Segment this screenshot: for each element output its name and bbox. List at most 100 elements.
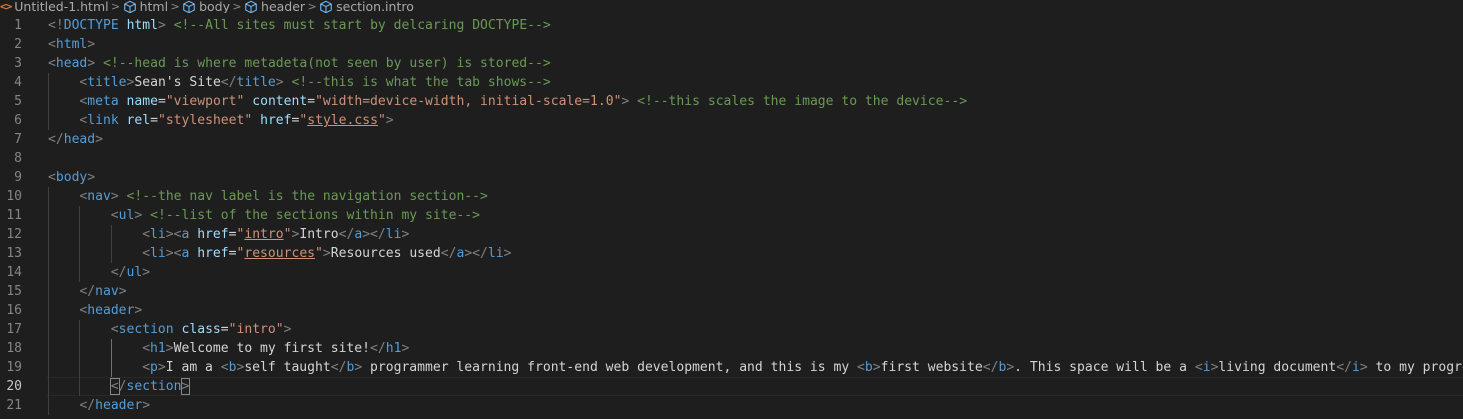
code-token: ></: [464, 246, 488, 261]
line-number: 5: [14, 94, 22, 109]
indent-guide: [79, 206, 81, 225]
breadcrumb-item-untitled-1-html[interactable]: <> Untitled-1.html: [0, 0, 109, 13]
breadcrumb-item-body[interactable]: body: [182, 0, 230, 13]
code-token: name: [126, 94, 158, 109]
code-token: link: [87, 113, 119, 128]
code-link-token: style.css: [307, 113, 378, 128]
code-token: <!--this is what the tab shows-->: [291, 75, 551, 90]
line-content: </head>: [48, 130, 103, 149]
indent-guide: [79, 244, 81, 263]
code-line[interactable]: 14 </ul>: [0, 263, 1463, 282]
code-token: =: [150, 113, 158, 128]
code-line[interactable]: 13 <li><a href="resources">Resources used…: [0, 244, 1463, 263]
code-line[interactable]: 3 <head> <!--head is where metadeta(not s…: [0, 54, 1463, 73]
code-token: <: [110, 322, 119, 337]
code-line[interactable]: 5 <meta name="viewport" content="width=de…: [0, 92, 1463, 111]
code-line[interactable]: 18 <h1>Welcome to my first site!</h1>: [0, 339, 1463, 358]
code-line[interactable]: 8: [0, 149, 1463, 168]
code-token: nav: [87, 189, 111, 204]
code-line[interactable]: 15 </nav>: [0, 282, 1463, 301]
code-token: title: [236, 75, 276, 90]
code-token: </: [370, 341, 386, 356]
code-line[interactable]: 16 <header>: [0, 301, 1463, 320]
code-token: <!--this scales the image to the device-…: [637, 94, 968, 109]
breadcrumb-label: html: [139, 0, 169, 13]
code-area[interactable]: 1 <!DOCTYPE html> <!--All sites must star…: [0, 16, 1463, 415]
line-content: <link rel="stylesheet" href="style.css">: [79, 111, 393, 130]
code-token: >: [157, 18, 166, 33]
indent-guide: [48, 396, 49, 415]
breadcrumb-item-section-intro[interactable]: section.intro: [319, 0, 414, 13]
breadcrumb-item-html[interactable]: html: [123, 0, 168, 13]
code-token: h1: [385, 341, 402, 356]
line-content: </nav>: [79, 282, 126, 301]
code-line[interactable]: 7 </head>: [0, 130, 1463, 149]
code-line[interactable]: 10 <nav> <!--the nav label is the navigat…: [0, 187, 1463, 206]
indent-guide: [48, 92, 49, 111]
breadcrumb-item-header[interactable]: header: [244, 0, 305, 13]
code-token: </: [338, 227, 355, 242]
line-number: 15: [6, 284, 22, 299]
code-token: "intro": [228, 322, 284, 337]
code-link-token: intro: [244, 227, 284, 242]
code-token: . This space will be a: [1014, 360, 1195, 375]
code-token: h1: [150, 341, 166, 356]
code-token: >: [322, 246, 331, 261]
breadcrumb-label: Untitled-1.html: [14, 0, 109, 13]
code-token: <!: [48, 18, 64, 33]
line-number: 11: [6, 208, 22, 223]
code-token: <: [142, 246, 151, 261]
code-token: programmer learning front-end web develo…: [362, 360, 858, 375]
indent-guide: [79, 339, 81, 358]
code-token: I am a: [165, 360, 221, 375]
code-line[interactable]: 2 <html>: [0, 35, 1463, 54]
element-cube-icon: [245, 0, 257, 13]
code-token: >: [118, 284, 127, 299]
code-token: li: [385, 227, 402, 242]
line-content: <body>: [48, 168, 95, 187]
code-token: "width=device-width, initial-scale=1.0": [315, 94, 622, 109]
line-content: <!DOCTYPE html> <!--All sites must start…: [48, 16, 551, 35]
line-number: 21: [6, 398, 22, 413]
line-content: </header>: [79, 396, 150, 415]
code-line[interactable]: 6 <link rel="stylesheet" href="style.css"…: [0, 111, 1463, 130]
code-line[interactable]: 21 </header>: [0, 396, 1463, 415]
indent-guide: [48, 282, 49, 301]
line-number: 18: [6, 341, 22, 356]
code-line[interactable]: 12 <li><a href="intro">Intro</a></li>: [0, 225, 1463, 244]
code-line[interactable]: 11 <ul> <!--list of the sections within m…: [0, 206, 1463, 225]
code-line[interactable]: 1 <!DOCTYPE html> <!--All sites must star…: [0, 16, 1463, 35]
line-number: 2: [14, 37, 22, 52]
code-line[interactable]: 20 </section>: [0, 377, 1463, 396]
code-line[interactable]: 19 <p>I am a <b>self taught</b> programme…: [0, 358, 1463, 377]
code-token: class: [181, 322, 221, 337]
indent-guide: [110, 244, 112, 263]
line-number: 13: [6, 246, 22, 261]
code-token: nav: [95, 284, 119, 299]
code-token: Intro: [299, 227, 339, 242]
line-number: 16: [6, 303, 22, 318]
code-token: >: [283, 322, 292, 337]
breadcrumb-label: section.intro: [336, 0, 414, 13]
indent-guide: [48, 73, 49, 92]
code-token: ></: [362, 227, 386, 242]
code-token: i: [1351, 360, 1360, 375]
line-number: 17: [6, 322, 22, 337]
code-line[interactable]: 17 <section class="intro">: [0, 320, 1463, 339]
code-token: <!--the nav label is the navigation sect…: [126, 189, 488, 204]
code-token: <!--head is where metadeta(not seen by u…: [103, 56, 551, 71]
code-line[interactable]: 4 <title>Sean's Site</title> <!--this is …: [0, 73, 1463, 92]
code-token: </: [79, 284, 96, 299]
code-token: <!--list of the sections within my site-…: [150, 208, 480, 223]
code-token: ": [315, 246, 323, 261]
line-number: 7: [14, 132, 22, 147]
code-line[interactable]: 9 <body>: [0, 168, 1463, 187]
code-token: >: [87, 170, 96, 185]
code-editor[interactable]: <> Untitled-1.html > html > body > header > secti…: [0, 0, 1463, 419]
